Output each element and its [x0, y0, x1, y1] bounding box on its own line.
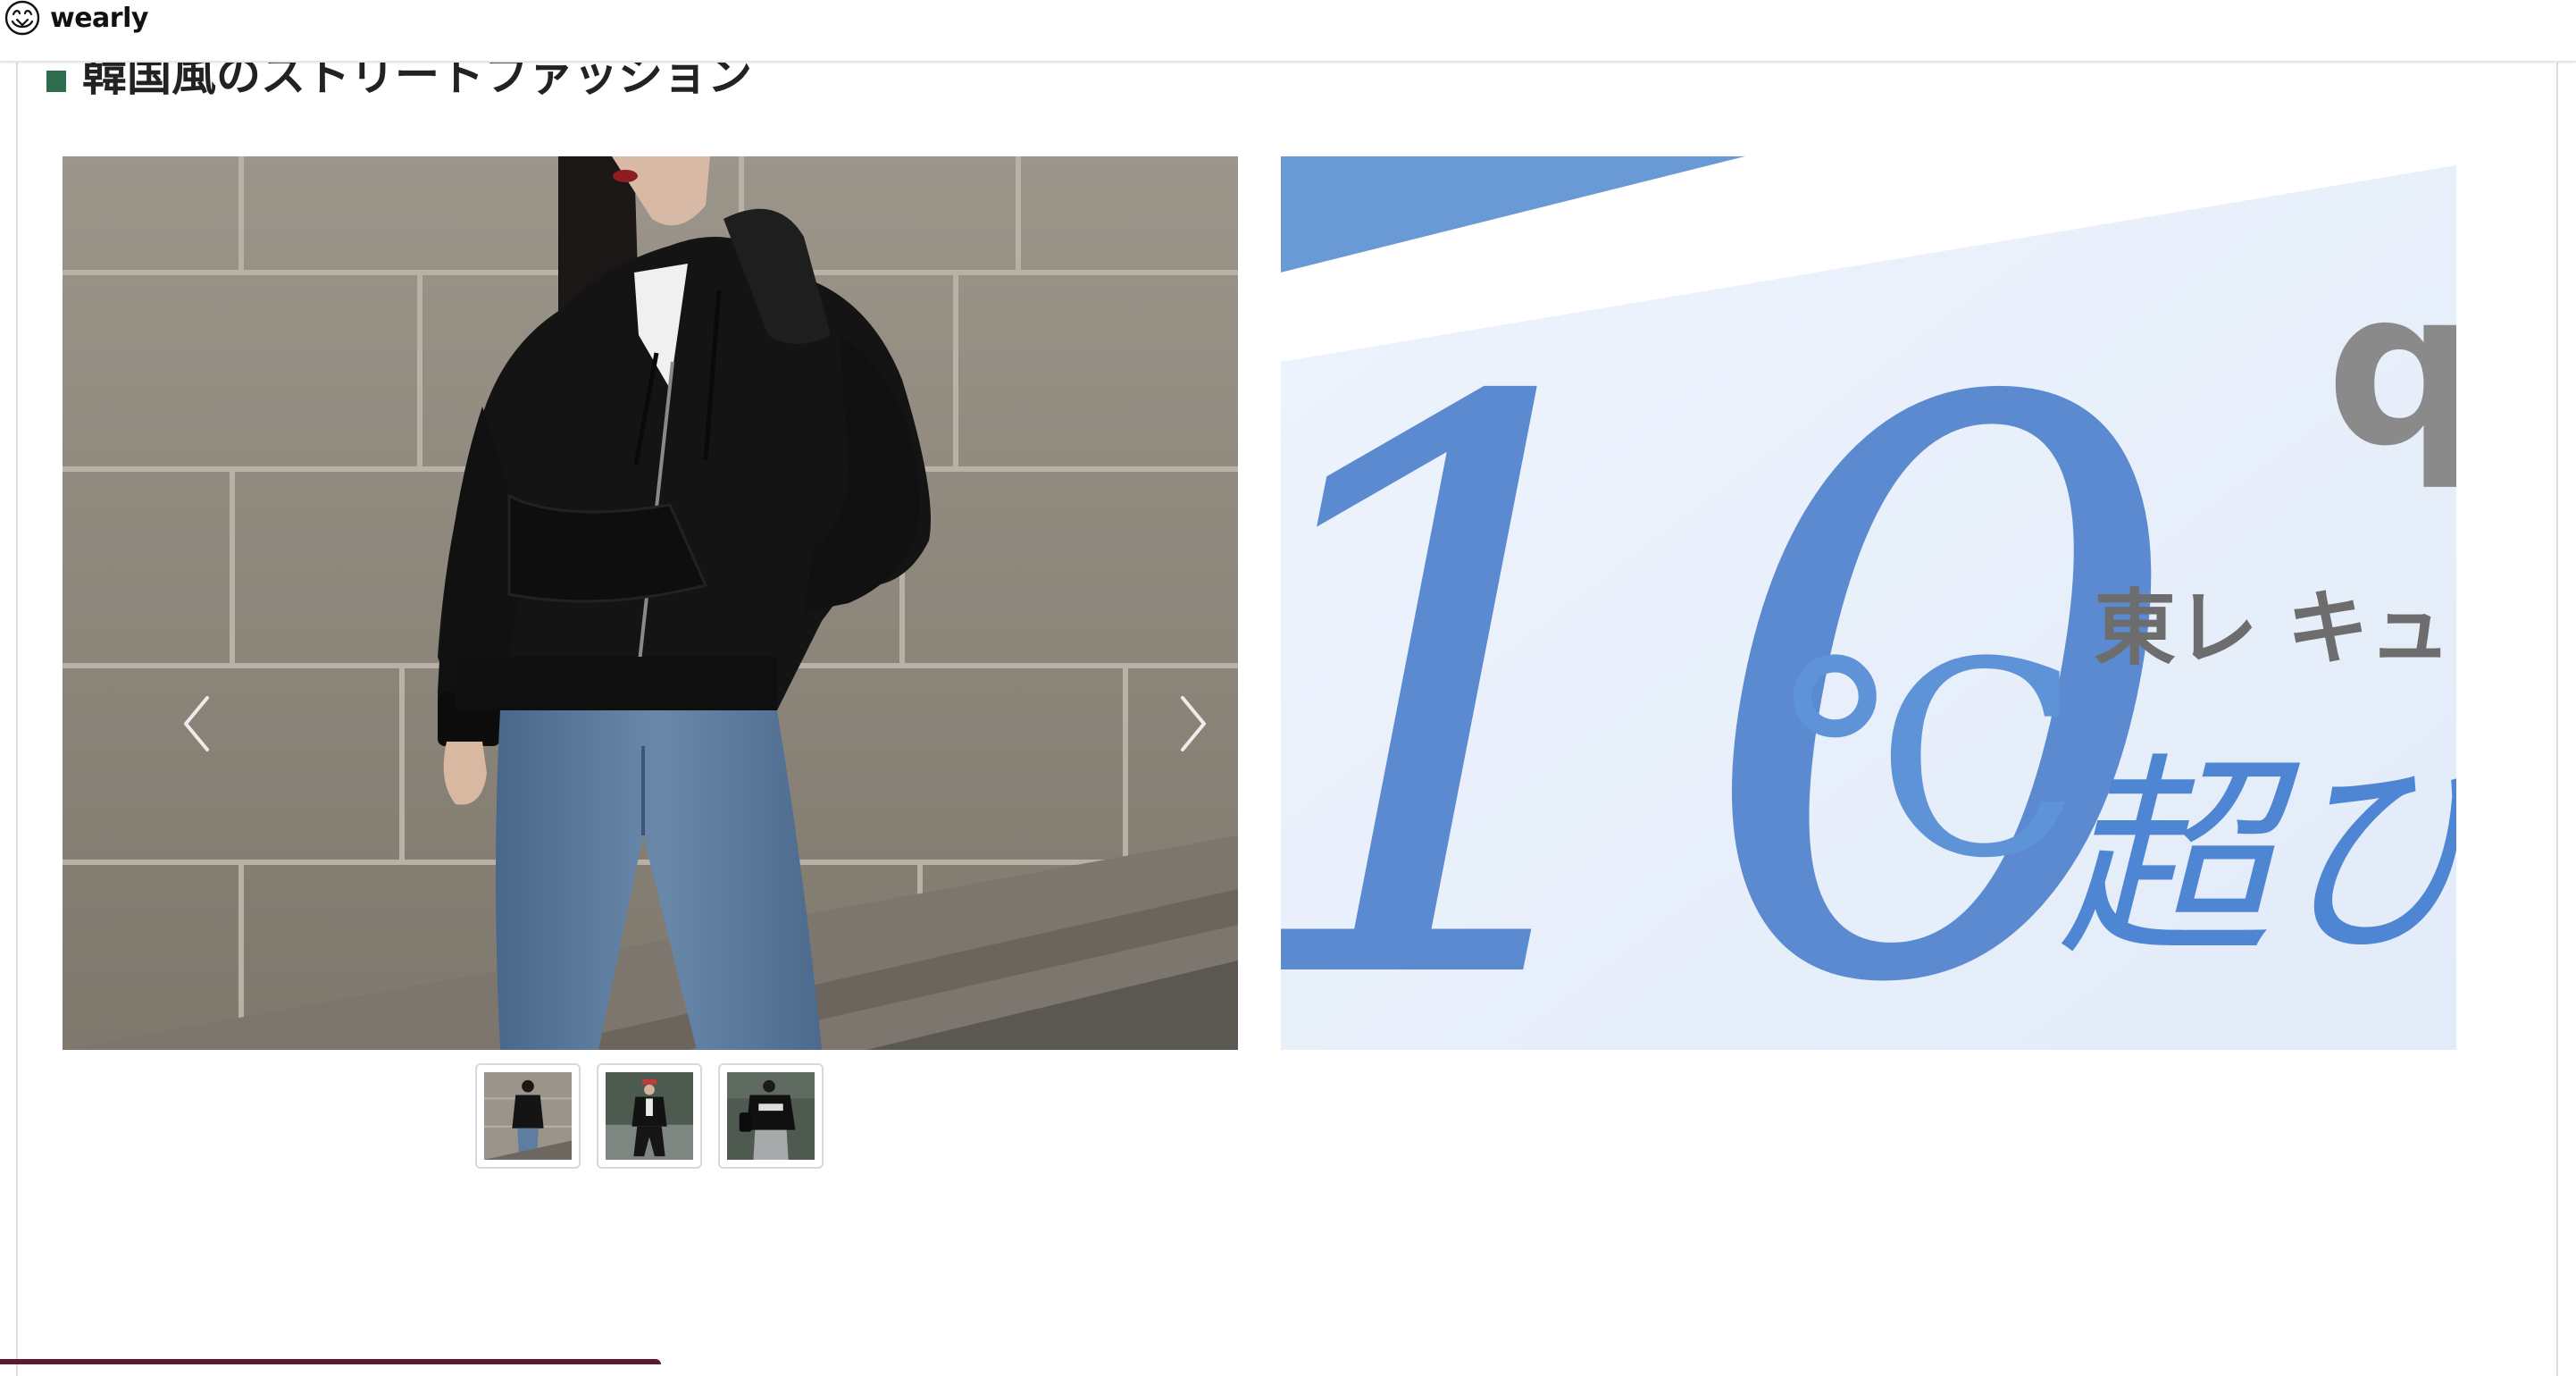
thumb-black-sweatshirt-gray-pants[interactable] [718, 1063, 824, 1169]
thumb-black-hoodie-jeans[interactable] [475, 1063, 581, 1169]
brand-home-link[interactable]: wearly [2, 0, 148, 36]
promo-banner-image: 10 ℃ q 東レ キュ 超ひ [1281, 156, 2456, 1050]
image-carousel[interactable] [63, 156, 1238, 1050]
chevron-right-icon [1181, 696, 1206, 751]
outfit-thumbnail-1 [484, 1072, 572, 1160]
outfit-thumbnail-3 [727, 1072, 815, 1160]
wearly-logo-icon [4, 0, 40, 36]
model-black-hoodie-jeans-photo [63, 156, 1238, 1050]
chevron-left-icon [184, 696, 209, 751]
promo-small-text: 東レ キュ [2094, 581, 2451, 676]
outfit-thumbnail-2 [606, 1072, 693, 1160]
thumb-red-cap-black-jacket[interactable] [597, 1063, 702, 1169]
top-header: wearly [0, 0, 2576, 63]
promo-large-text: 超ひ [2058, 734, 2456, 985]
promo-brand-letter: q [2326, 243, 2456, 493]
brand-name: wearly [50, 2, 148, 34]
promo-banner[interactable]: 10 ℃ q 東レ キュ 超ひ [1281, 156, 2456, 1050]
promo-unit: ℃ [1781, 605, 2081, 917]
carousel-prev-button[interactable] [170, 684, 223, 764]
content-card: 韓国風のストリートファッション 10 ℃ q 東レ キュ 超ひ [16, 36, 2558, 1376]
thumbnail-strip [475, 1063, 824, 1169]
carousel-next-button[interactable] [1167, 684, 1220, 764]
bottom-accent-strip [0, 1359, 661, 1364]
heading-accent-mark [46, 71, 66, 92]
